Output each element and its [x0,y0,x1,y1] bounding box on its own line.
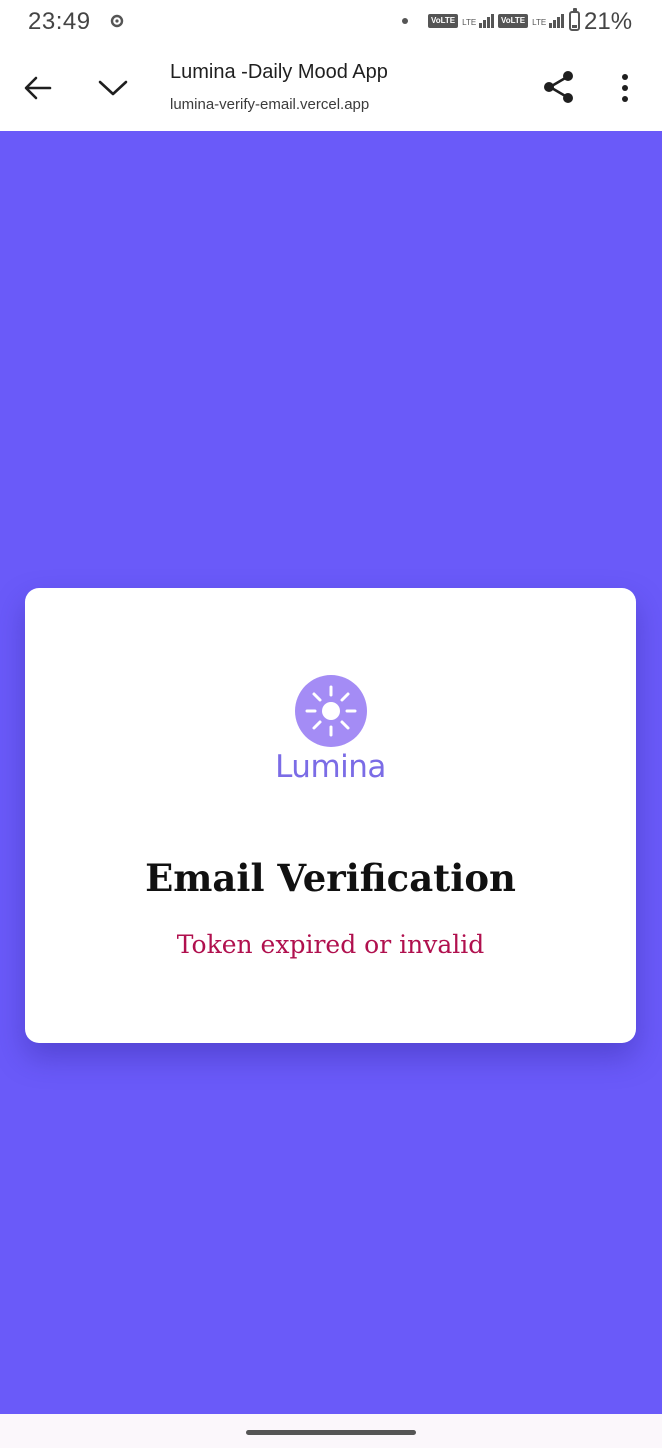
notification-dot-icon [402,18,408,24]
network-type-label: LTE [532,18,547,27]
page-title: Lumina -Daily Mood App [170,61,388,83]
navigation-bar [0,1414,662,1448]
sun-icon [295,675,367,747]
browser-toolbar: Lumina -Daily Mood App lumina-verify-ema… [0,46,662,131]
card-title: Email Verification [145,856,516,900]
share-icon[interactable] [540,68,578,106]
gear-icon [110,14,124,28]
back-arrow-icon[interactable] [22,72,54,104]
error-message: Token expired or invalid [176,930,485,959]
signal-icon: VoLTE LTE [498,12,565,28]
home-gesture-handle[interactable] [246,1430,416,1435]
volte-badge: VoLTE [498,14,529,28]
battery-percent: 21% [584,8,633,35]
status-time: 23:49 [28,8,91,35]
page-url[interactable]: lumina-verify-email.vercel.app [170,96,369,113]
status-bar: 23:49 VoLTE LTE VoLTE LTE 21% [0,0,662,46]
chevron-down-icon[interactable] [96,72,130,104]
logo-wordmark: Lumina [275,749,386,785]
more-vert-icon[interactable] [612,70,638,106]
network-type-label: LTE [462,18,477,27]
signal-icon: VoLTE LTE [428,12,495,28]
volte-badge: VoLTE [428,14,459,28]
verification-card: Lumina Email Verification Token expired … [25,588,636,1043]
battery-icon [569,8,580,31]
